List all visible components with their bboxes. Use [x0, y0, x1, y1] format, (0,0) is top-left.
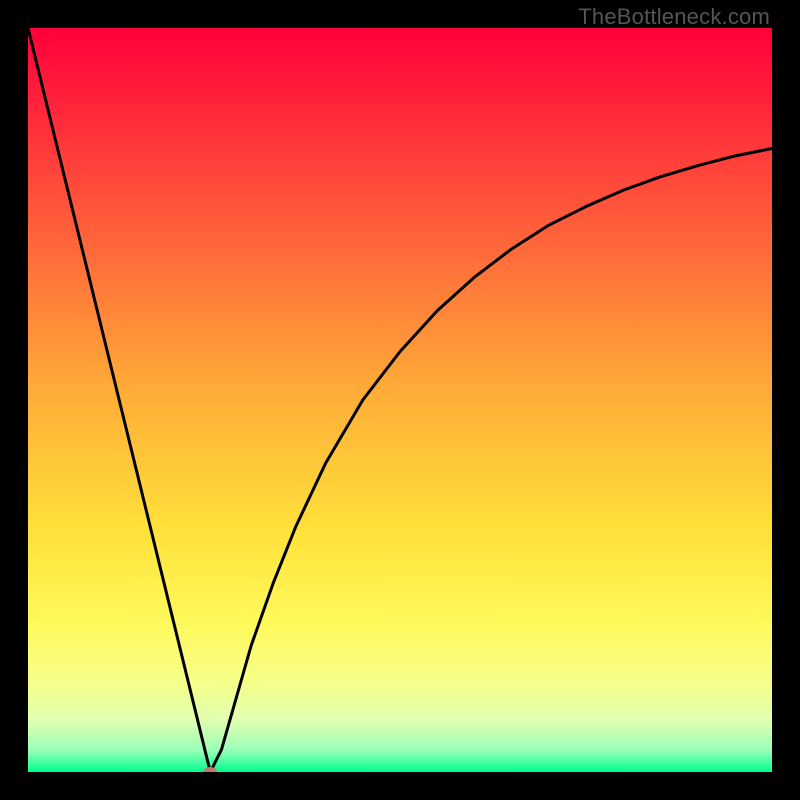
curve-path — [28, 28, 772, 772]
chart-frame: TheBottleneck.com — [0, 0, 800, 800]
bottleneck-curve — [28, 28, 772, 772]
watermark-text: TheBottleneck.com — [578, 4, 770, 30]
optimum-marker — [203, 767, 217, 772]
plot-area — [28, 28, 772, 772]
